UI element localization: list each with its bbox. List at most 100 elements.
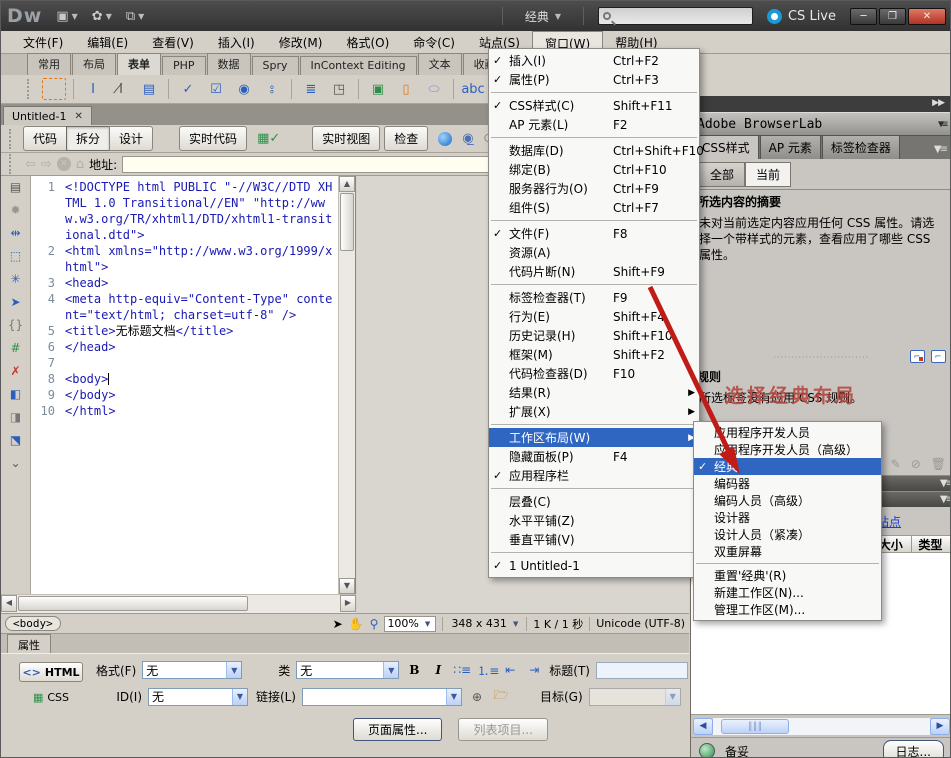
file-field-icon[interactable]: ▯ [394, 78, 418, 100]
checkbox-group-icon[interactable]: ☑ [204, 78, 228, 100]
css-mode-button[interactable]: ▦CSS [19, 687, 83, 707]
hidden-field-icon[interactable]: I̸ [109, 78, 133, 100]
code-navigator-icon[interactable]: ✹ [6, 203, 26, 219]
italic-button[interactable]: I [429, 663, 447, 677]
indent-code-icon[interactable]: ⌄ [6, 456, 26, 472]
live-view-button[interactable]: 实时视图 [312, 126, 380, 151]
title-field[interactable] [596, 662, 688, 679]
balance-braces-icon[interactable]: {} [6, 318, 26, 334]
tag-selector-body[interactable]: <body> [5, 616, 61, 631]
zoom-tool-icon[interactable]: ⚲ [370, 617, 379, 631]
menubar-item-格式(O)[interactable]: 格式(O) [334, 31, 401, 53]
panel-splitter[interactable]: ··························· ⌐ ⌐ [691, 349, 951, 365]
menu-item-经典[interactable]: ✓经典 [694, 458, 881, 475]
ordered-list-icon[interactable]: ⒈≡ [477, 662, 495, 679]
view-button-代码[interactable]: 代码 [23, 126, 67, 151]
class-combo[interactable]: 无▼ [296, 661, 399, 679]
insert-tab-文本[interactable]: 文本 [418, 53, 462, 75]
menu-item-管理工作区(M)...[interactable]: 管理工作区(M)... [694, 601, 881, 618]
menu-item-AP 元素(L)[interactable]: AP 元素(L)F2 [489, 115, 699, 134]
menu-item-设计人员（紧凑）[interactable]: 设计人员（紧凑） [694, 526, 881, 543]
page-properties-button[interactable]: 页面属性... [353, 718, 442, 741]
forward-icon[interactable]: ⇨ [41, 157, 52, 172]
menu-item-垂直平铺(V)[interactable]: 垂直平铺(V) [489, 530, 699, 549]
unordered-list-icon[interactable]: ∷≡ [453, 663, 471, 677]
menu-item-隐藏面板(P)[interactable]: 隐藏面板(P)F4 [489, 447, 699, 466]
menu-item-应用程序栏[interactable]: ✓应用程序栏 [489, 466, 699, 485]
menubar-item-修改(M)[interactable]: 修改(M) [267, 31, 335, 53]
textarea-icon[interactable]: ▤ [137, 78, 161, 100]
window-layout-icon[interactable]: ▣▼ [56, 9, 77, 24]
close-button[interactable]: ✕ [908, 8, 946, 25]
window-size-combo[interactable]: 348 x 431▼ [449, 616, 520, 632]
delete-rule-icon[interactable]: 🗑 [931, 457, 946, 471]
label-icon[interactable]: abc [461, 78, 485, 100]
radio-group-icon[interactable]: ⦂ [260, 78, 284, 100]
radio-button-icon[interactable]: ◉ [232, 78, 256, 100]
disable-icon[interactable]: ⊘ [911, 457, 921, 471]
scroll-right-icon[interactable]: ▶ [340, 595, 356, 612]
image-field-icon[interactable]: ▣ [366, 78, 390, 100]
code-horizontal-scrollbar[interactable]: ◀ ▶ [1, 594, 356, 613]
minimize-button[interactable]: ─ [850, 8, 877, 25]
properties-tab[interactable]: 属性 [7, 634, 51, 655]
files-horizontal-scrollbar[interactable]: ◀ ║║║ ▶ [691, 715, 951, 737]
select-tool-icon[interactable]: ➤ [333, 617, 343, 631]
collapse-to-icons-button[interactable]: ▶▶ [691, 96, 951, 112]
apply-comment-icon[interactable]: ◧ [6, 387, 26, 403]
menu-item-层叠(C)[interactable]: 层叠(C) [489, 492, 699, 511]
menu-item-绑定(B)[interactable]: 绑定(B)Ctrl+F10 [489, 160, 699, 179]
code-editor[interactable]: 1<!DOCTYPE html PUBLIC "-//W3C//DTD XHTM… [31, 176, 338, 594]
menu-item-历史记录(H)[interactable]: 历史记录(H)Shift+F10 [489, 326, 699, 345]
panel-menu-icon[interactable]: ▼≡ [928, 144, 951, 159]
menubar-item-命令(C)[interactable]: 命令(C) [401, 31, 467, 53]
menubar-item-编辑(E)[interactable]: 编辑(E) [75, 31, 140, 53]
wrap-tag-icon[interactable]: ⬔ [6, 433, 26, 449]
menu-item-代码检查器(D)[interactable]: 代码检查器(D)F10 [489, 364, 699, 383]
scroll-up-icon[interactable]: ▲ [339, 176, 355, 192]
edit-rule-icon[interactable]: ✎ [891, 457, 901, 471]
menu-item-属性(P)[interactable]: ✓属性(P)Ctrl+F3 [489, 70, 699, 89]
select-list-icon[interactable]: ≣ [299, 78, 323, 100]
insert-tab-常用[interactable]: 常用 [27, 53, 71, 75]
panel-menu-icon[interactable]: ▼≡ [938, 119, 946, 130]
menu-item-编码人员（高级）[interactable]: 编码人员（高级） [694, 492, 881, 509]
stop-icon[interactable]: ✕ [57, 157, 71, 171]
scroll-right-icon[interactable]: ▶ [930, 718, 950, 735]
browserlab-panel-header[interactable]: Adobe BrowserLab ▼≡ [691, 112, 951, 136]
checkbox-icon[interactable]: ✓ [176, 78, 200, 100]
line-numbers-icon[interactable]: # [6, 341, 26, 357]
outdent-icon[interactable]: ⇤ [501, 663, 519, 677]
scrollbar-thumb[interactable] [18, 596, 248, 611]
menu-item-文件(F)[interactable]: ✓文件(F)F8 [489, 224, 699, 243]
collapse-full-tag-icon[interactable]: ⇹ [6, 226, 26, 242]
filter-button-全部[interactable]: 全部 [699, 162, 745, 187]
back-icon[interactable]: ⇦ [25, 157, 36, 172]
menu-item-应用程序开发人员（高级）[interactable]: 应用程序开发人员（高级） [694, 441, 881, 458]
menubar-item-文件(F)[interactable]: 文件(F) [11, 31, 75, 53]
insert-tab-PHP[interactable]: PHP [162, 56, 206, 75]
live-code-button[interactable]: 实时代码 [179, 126, 247, 151]
code-vertical-scrollbar[interactable]: ▲ ▼ [338, 176, 355, 594]
view-button-拆分[interactable]: 拆分 [66, 126, 110, 151]
insert-tab-InContext Editing[interactable]: InContext Editing [300, 56, 417, 75]
view-button-设计[interactable]: 设计 [109, 126, 153, 151]
zoom-level-combo[interactable]: 100%▼ [384, 616, 436, 632]
menu-item-重置'经典'(R)[interactable]: 重置'经典'(R) [694, 567, 881, 584]
menu-item-数据库(D)[interactable]: 数据库(D)Ctrl+Shift+F10 [489, 141, 699, 160]
menubar-item-插入(I)[interactable]: 插入(I) [206, 31, 267, 53]
jump-menu-icon[interactable]: ◳ [327, 78, 351, 100]
restore-button[interactable]: ❐ [879, 8, 906, 25]
panel-menu-icon[interactable]: ▼≡ [940, 478, 951, 489]
menu-item-组件(S)[interactable]: 组件(S)Ctrl+F7 [489, 198, 699, 217]
insert-tab-数据[interactable]: 数据 [207, 53, 251, 75]
scrollbar-thumb[interactable]: ║║║ [721, 719, 789, 734]
visual-aids-eye-icon[interactable]: ◉̲ [462, 131, 473, 146]
search-input[interactable] [598, 7, 753, 25]
expand-all-icon[interactable]: ✳ [6, 272, 26, 288]
menubar-item-查看(V)[interactable]: 查看(V) [140, 31, 206, 53]
menu-item-工作区布局(W)[interactable]: 工作区布局(W)▶ [489, 428, 699, 447]
extension-manager-icon[interactable]: ✿▼ [92, 9, 112, 24]
open-documents-icon[interactable]: ▤ [6, 180, 26, 196]
menu-item-结果(R)[interactable]: 结果(R)▶ [489, 383, 699, 402]
